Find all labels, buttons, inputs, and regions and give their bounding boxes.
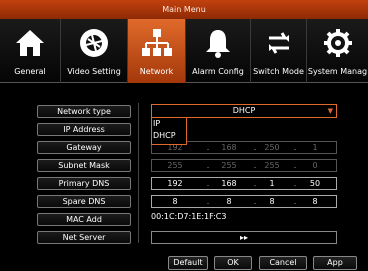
spare-dns-octet-3[interactable]: 8 xyxy=(257,196,287,207)
ip-address-label: IP Address xyxy=(37,123,131,136)
primary-dns-field[interactable]: 192 . 168 . 1 . 50 xyxy=(151,177,337,190)
tab-network-label: Network xyxy=(139,67,174,76)
toolbar: General Video Setting Network Alarm Conf… xyxy=(0,19,368,83)
tab-system-manage-label: System Manag xyxy=(307,67,368,76)
apply-button[interactable]: App xyxy=(313,256,357,270)
primary-dns-octet-1[interactable]: 192 xyxy=(160,178,190,189)
network-type-value: DHCP xyxy=(232,106,256,115)
camera-aperture-icon xyxy=(61,27,127,61)
network-type-label: Network type xyxy=(37,105,131,118)
subnet-octet-2[interactable]: 255 xyxy=(214,160,244,171)
subnet-octet-3[interactable]: 255 xyxy=(257,160,287,171)
swap-arrows-icon xyxy=(251,27,306,61)
octet-separator: . xyxy=(293,161,297,170)
spare-dns-label: Spare DNS xyxy=(37,195,131,208)
primary-dns-octet-3[interactable]: 1 xyxy=(257,178,287,189)
tab-switch-mode-label: Switch Mode xyxy=(253,67,304,76)
subnet-octet-4[interactable]: 0 xyxy=(300,160,330,171)
net-server-label: Net Server xyxy=(37,231,131,244)
subnet-mask-field[interactable]: 255 . 255 . 255 . 0 xyxy=(151,159,337,172)
network-type-options: IP DHCP xyxy=(151,118,187,145)
tab-switch-mode[interactable]: Switch Mode xyxy=(251,19,307,83)
gateway-octet-2[interactable]: 168 xyxy=(214,142,244,153)
fast-forward-icon: ▸▸ xyxy=(239,233,249,242)
tab-network[interactable]: Network xyxy=(128,19,186,83)
octet-separator: . xyxy=(206,143,210,152)
subnet-octet-1[interactable]: 255 xyxy=(160,160,190,171)
tab-video-setting[interactable]: Video Setting xyxy=(61,19,128,83)
octet-separator: . xyxy=(293,197,297,206)
octet-separator: . xyxy=(293,143,297,152)
cancel-button[interactable]: Cancel xyxy=(259,256,307,270)
option-ip[interactable]: IP xyxy=(152,118,186,130)
tab-system-manage[interactable]: System Manag xyxy=(307,19,368,83)
primary-dns-octet-4[interactable]: 50 xyxy=(300,178,330,189)
octet-separator: . xyxy=(206,197,210,206)
chevron-down-icon: ▼ xyxy=(327,107,333,115)
home-icon xyxy=(0,27,60,61)
spare-dns-octet-4[interactable]: 8 xyxy=(300,196,330,207)
tab-video-setting-label: Video Setting xyxy=(67,67,121,76)
tab-alarm-config[interactable]: Alarm Config xyxy=(186,19,251,83)
gateway-octet-3[interactable]: 250 xyxy=(257,142,287,153)
gateway-octet-4[interactable]: 1 xyxy=(300,142,330,153)
tab-general-label: General xyxy=(14,67,46,76)
net-server-button[interactable]: ▸▸ xyxy=(151,231,337,244)
subnet-mask-label: Subnet Mask xyxy=(37,159,131,172)
column-divider xyxy=(138,103,139,243)
bell-icon xyxy=(186,27,250,61)
tab-general[interactable]: General xyxy=(0,19,61,83)
spare-dns-field[interactable]: 8 . 8 . 8 . 8 xyxy=(151,195,337,208)
primary-dns-label: Primary DNS xyxy=(37,177,131,190)
spare-dns-octet-2[interactable]: 8 xyxy=(214,196,244,207)
spare-dns-octet-1[interactable]: 8 xyxy=(160,196,190,207)
network-tree-icon xyxy=(128,27,185,61)
mac-add-label: MAC Add xyxy=(37,213,131,226)
octet-separator: . xyxy=(206,161,210,170)
gear-icon xyxy=(307,27,368,61)
option-dhcp[interactable]: DHCP xyxy=(152,130,186,142)
network-type-select[interactable]: DHCP ▼ xyxy=(151,104,337,118)
window-title: Main Menu xyxy=(0,0,368,19)
octet-separator: . xyxy=(206,179,210,188)
primary-dns-octet-2[interactable]: 168 xyxy=(214,178,244,189)
default-button[interactable]: Default xyxy=(168,256,208,270)
gateway-label: Gateway xyxy=(37,141,131,154)
tab-alarm-config-label: Alarm Config xyxy=(192,67,244,76)
octet-separator: . xyxy=(293,179,297,188)
ok-button[interactable]: OK xyxy=(214,256,252,270)
mac-address-value: 00:1C:D7:1E:1F:C3 xyxy=(151,212,227,221)
